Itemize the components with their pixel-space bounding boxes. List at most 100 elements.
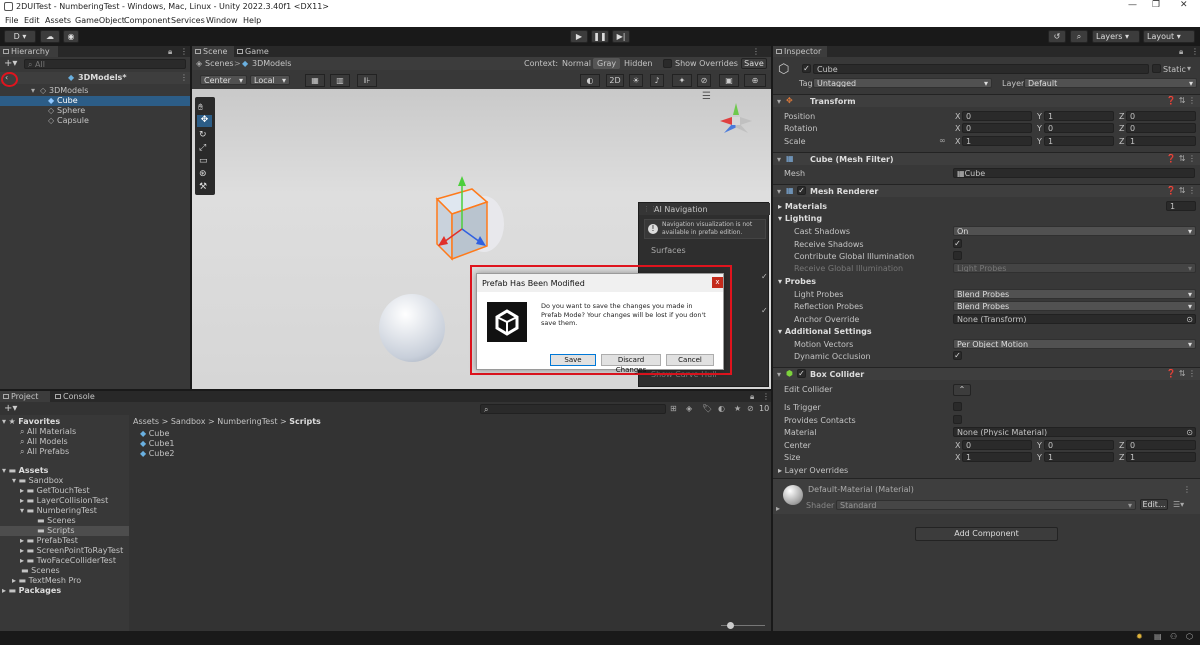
mesh-field[interactable]: ▦Cube <box>953 168 1195 178</box>
menu-services[interactable]: Services <box>171 16 205 25</box>
gizmos-icon[interactable]: ⊕ <box>744 74 766 87</box>
hierarchy-item-3dmodels[interactable]: ▾ ◇ 3DModels <box>0 86 190 96</box>
shader-menu-icon[interactable]: ☰▾ <box>1173 500 1184 509</box>
history-icon[interactable]: ↺ <box>1048 30 1066 43</box>
rect-tool-icon[interactable]: ▭ <box>199 156 208 166</box>
prefab-more-icon[interactable]: ⋮ <box>180 73 188 82</box>
dialog-cancel-button[interactable]: Cancel <box>666 354 714 366</box>
scale-tool-icon[interactable]: ⤢ <box>199 143 206 153</box>
search-icon[interactable]: ⌕ <box>1070 30 1088 43</box>
rotation-x-field[interactable]: 0 <box>962 123 1032 133</box>
hierarchy-item-capsule[interactable]: ◇ Capsule <box>0 116 190 126</box>
component-actions-icon[interactable]: ❓ ⇅ ⋮ <box>1166 96 1196 105</box>
layout-dropdown[interactable]: Layout ▾ <box>1143 30 1195 43</box>
favorite-item[interactable]: ⌕ All Materials <box>20 427 76 437</box>
object-picker-icon[interactable]: ⊙ <box>1186 315 1193 323</box>
hierarchy-item-sphere[interactable]: ◇ Sphere <box>0 106 190 116</box>
tree-item[interactable]: ▸ ▬ TwoFaceColliderTest <box>20 556 116 565</box>
scale-z-field[interactable]: 1 <box>1126 136 1196 146</box>
back-arrow-icon[interactable]: ‹ <box>5 73 8 82</box>
viewport-menu-icon[interactable]: ☰ <box>702 91 711 102</box>
tab-hierarchy[interactable]: Hierarchy <box>0 46 58 57</box>
favorite-item[interactable]: ⌕ All Prefabs <box>20 447 69 457</box>
provides-contacts-checkbox[interactable] <box>953 415 962 424</box>
object-name-field[interactable]: Cube <box>813 64 1149 74</box>
cast-shadows-dropdown[interactable]: On <box>953 226 1196 236</box>
pause-button[interactable]: ❚❚ <box>591 30 609 43</box>
reflection-probes-dropdown[interactable]: Blend Probes <box>953 301 1196 311</box>
materials-count-field[interactable]: 1 <box>1166 201 1196 211</box>
rotate-tool-icon[interactable]: ↻ <box>199 130 207 140</box>
tree-item[interactable]: ▸ ▬ PrefabTest <box>20 536 78 545</box>
is-trigger-checkbox[interactable] <box>953 402 962 411</box>
tab-console[interactable]: Console <box>52 391 102 402</box>
menu-window[interactable]: Window <box>206 16 238 25</box>
dialog-discard-button[interactable]: Discard Changes <box>601 354 661 374</box>
material-more-icon[interactable]: ⋮ <box>1183 485 1191 494</box>
icon-size-slider-handle[interactable] <box>727 622 734 629</box>
breadcrumb-3dmodels[interactable]: 3DModels <box>252 59 291 68</box>
menu-gameobject[interactable]: GameObject <box>75 16 125 25</box>
transform-header[interactable]: ▾ ✥ Transform ❓ ⇅ ⋮ <box>773 94 1200 107</box>
object-picker-icon[interactable]: ⊙ <box>1186 428 1193 436</box>
inspector-lock-icon[interactable]: 🔒︎ <box>1179 47 1183 57</box>
anchor-override-field[interactable]: None (Transform) ⊙ <box>953 314 1196 324</box>
draw-mode-icon[interactable]: ◐ <box>580 74 600 87</box>
tree-item-selected[interactable]: ▬ Scripts <box>0 526 129 536</box>
file-item[interactable]: ◆ Cube1 <box>140 439 174 448</box>
mesh-filter-header[interactable]: ▾ ▦ Cube (Mesh Filter) ❓ ⇅ ⋮ <box>773 152 1200 165</box>
add-component-button[interactable]: Add Component <box>915 527 1058 541</box>
favorites-header[interactable]: ▾ ★ Favorites <box>2 417 60 426</box>
active-checkbox[interactable]: ✓ <box>802 64 811 73</box>
project-more-icon[interactable]: ⋮ <box>762 392 770 401</box>
grid-snap-icon[interactable]: ▦ <box>305 74 325 87</box>
breadcrumb-scenes[interactable]: Scenes <box>205 59 234 68</box>
motion-vectors-dropdown[interactable]: Per Object Motion <box>953 339 1196 349</box>
component-actions-icon[interactable]: ❓ ⇅ ⋮ <box>1166 154 1196 163</box>
filter-search-icon[interactable]: ◐ <box>718 404 725 413</box>
audio-icon[interactable]: ♪ <box>650 74 664 87</box>
tag-icon[interactable]: 🏷︎ <box>702 404 712 413</box>
dynamic-occlusion-checkbox[interactable]: ✓ <box>953 351 962 360</box>
tree-item[interactable]: ▸ ▬ ScreenPointToRayTest <box>20 546 123 555</box>
physic-material-field[interactable]: None (Physic Material) ⊙ <box>953 427 1196 437</box>
shader-edit-button[interactable]: Edit... <box>1140 499 1168 510</box>
static-checkbox[interactable] <box>1152 64 1161 73</box>
position-x-field[interactable]: 0 <box>962 111 1032 121</box>
size-x-field[interactable]: 1 <box>962 452 1032 462</box>
lock-icon[interactable]: 🔒︎ <box>168 47 172 57</box>
lighting-foldout[interactable]: ▾ Lighting <box>778 214 822 223</box>
menu-help[interactable]: Help <box>243 16 261 25</box>
restore-button[interactable]: ❐ <box>1152 0 1160 10</box>
visibility-icon[interactable]: ⊘ <box>697 74 711 87</box>
additional-settings-foldout[interactable]: ▾ Additional Settings <box>778 327 872 336</box>
more-icon[interactable]: ⋮ <box>180 47 188 56</box>
probes-foldout[interactable]: ▾ Probes <box>778 277 816 286</box>
snap-increment-icon[interactable]: ▥ <box>330 74 350 87</box>
align-icon[interactable]: ⊪ <box>357 74 377 87</box>
filter-type-icon[interactable]: ⊞ <box>670 404 677 413</box>
box-collider-enabled-checkbox[interactable]: ✓ <box>797 369 806 378</box>
hand-tool-icon[interactable]: ✋︎ <box>198 103 203 113</box>
minimize-button[interactable]: — <box>1128 0 1137 10</box>
collab-icon[interactable]: ◉ <box>63 30 79 43</box>
context-hidden[interactable]: Hidden <box>624 59 652 68</box>
tab-scene[interactable]: Scene <box>192 46 234 57</box>
box-collider-header[interactable]: ▾ ⬢ ✓ Box Collider ❓ ⇅ ⋮ <box>773 367 1200 380</box>
close-window-button[interactable]: ✕ <box>1180 0 1188 10</box>
breadcrumb-item[interactable]: Assets <box>133 417 159 426</box>
tag-dropdown[interactable]: Untagged <box>813 78 992 88</box>
add-icon[interactable]: +▾ <box>4 58 17 69</box>
position-y-field[interactable]: 1 <box>1044 111 1114 121</box>
tree-item[interactable]: ▾ ▬ NumberingTest <box>20 506 97 515</box>
tree-item[interactable]: ▬ Scenes <box>37 516 76 525</box>
step-button[interactable]: ▶| <box>612 30 630 43</box>
project-search-input[interactable]: ⌕ <box>480 404 666 414</box>
layers-dropdown[interactable]: Layers ▾ <box>1092 30 1140 43</box>
rotation-y-field[interactable]: 0 <box>1044 123 1114 133</box>
hierarchy-item-cube[interactable]: ◆ Cube <box>0 96 190 106</box>
file-item[interactable]: ◆ Cube2 <box>140 449 174 458</box>
menu-assets[interactable]: Assets <box>45 16 71 25</box>
mode-2d-toggle[interactable]: 2D <box>606 74 624 87</box>
dialog-save-button[interactable]: Save <box>550 354 596 366</box>
